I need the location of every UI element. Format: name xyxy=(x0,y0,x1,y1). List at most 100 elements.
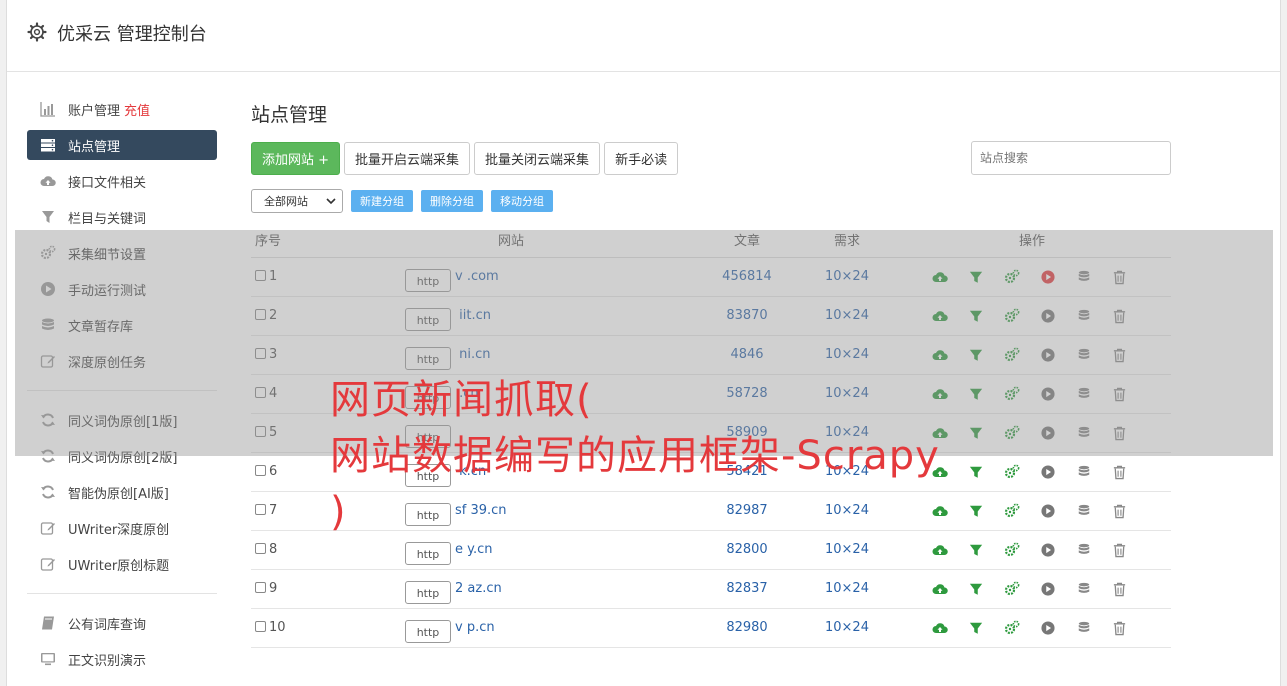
protocol-badge[interactable]: http xyxy=(405,347,451,370)
cloud-upload-icon[interactable] xyxy=(931,619,948,636)
play-circle-icon[interactable] xyxy=(1039,424,1056,441)
demand-value[interactable]: 10×24 xyxy=(801,335,893,375)
add-site-button[interactable]: 添加网站 + xyxy=(251,141,341,175)
protocol-badge[interactable]: http xyxy=(405,542,451,565)
row-checkbox[interactable] xyxy=(255,387,266,398)
sidebar-item[interactable]: UWriter深度原创 xyxy=(27,513,217,543)
database-icon[interactable] xyxy=(1075,346,1092,363)
site-link[interactable]: v p.cn xyxy=(455,620,495,635)
cloud-upload-icon[interactable] xyxy=(931,268,948,285)
filter-icon[interactable] xyxy=(967,580,984,597)
protocol-badge[interactable]: http xyxy=(405,581,451,604)
demand-value[interactable]: 10×24 xyxy=(801,608,893,648)
delete-group-button[interactable]: 删除分组 xyxy=(421,190,483,212)
filter-icon[interactable] xyxy=(967,268,984,285)
sidebar-item[interactable]: 接口文件相关 xyxy=(27,166,217,196)
gears-icon[interactable] xyxy=(1003,307,1020,324)
row-checkbox[interactable] xyxy=(255,465,266,476)
new-group-button[interactable]: 新建分组 xyxy=(351,190,413,212)
play-circle-icon[interactable] xyxy=(1039,268,1056,285)
row-checkbox[interactable] xyxy=(255,543,266,554)
gears-icon[interactable] xyxy=(1003,424,1020,441)
protocol-badge[interactable]: http xyxy=(405,620,451,643)
site-link[interactable]: e y.cn xyxy=(455,542,493,557)
sidebar-item[interactable]: 手动运行测试 xyxy=(27,274,217,304)
sidebar-item[interactable]: 同义词伪原创[2版] xyxy=(27,441,217,471)
site-link[interactable]: v .com xyxy=(455,269,499,284)
site-link[interactable]: iit.cn xyxy=(455,308,491,323)
row-checkbox[interactable] xyxy=(255,426,266,437)
row-checkbox[interactable] xyxy=(255,504,266,515)
gears-icon[interactable] xyxy=(1003,346,1020,363)
protocol-badge[interactable]: http xyxy=(405,269,451,292)
filter-icon[interactable] xyxy=(967,619,984,636)
filter-icon[interactable] xyxy=(967,307,984,324)
gears-icon[interactable] xyxy=(1003,268,1020,285)
row-checkbox[interactable] xyxy=(255,270,266,281)
trash-icon[interactable] xyxy=(1111,424,1128,441)
trash-icon[interactable] xyxy=(1111,619,1128,636)
row-checkbox[interactable] xyxy=(255,621,266,632)
cloud-upload-icon[interactable] xyxy=(931,307,948,324)
recharge-link[interactable]: 充值 xyxy=(124,100,150,119)
article-count[interactable]: 4846 xyxy=(693,335,801,375)
sidebar-item[interactable]: 智能伪原创[AI版] xyxy=(27,477,217,507)
database-icon[interactable] xyxy=(1075,541,1092,558)
row-checkbox[interactable] xyxy=(255,309,266,320)
gears-icon[interactable] xyxy=(1003,502,1020,519)
group-select[interactable]: 全部网站 xyxy=(251,189,343,213)
protocol-badge[interactable]: http xyxy=(405,308,451,331)
filter-icon[interactable] xyxy=(967,541,984,558)
article-count[interactable]: 82837 xyxy=(693,569,801,609)
play-circle-icon[interactable] xyxy=(1039,307,1056,324)
row-checkbox[interactable] xyxy=(255,348,266,359)
database-icon[interactable] xyxy=(1075,268,1092,285)
sidebar-item[interactable]: 深度原创任务 xyxy=(27,346,217,376)
filter-icon[interactable] xyxy=(967,346,984,363)
database-icon[interactable] xyxy=(1075,502,1092,519)
gears-icon[interactable] xyxy=(1003,463,1020,480)
play-circle-icon[interactable] xyxy=(1039,346,1056,363)
database-icon[interactable] xyxy=(1075,619,1092,636)
sidebar-item[interactable]: 站点管理 xyxy=(27,130,217,160)
gears-icon[interactable] xyxy=(1003,541,1020,558)
move-group-button[interactable]: 移动分组 xyxy=(491,190,553,212)
play-circle-icon[interactable] xyxy=(1039,502,1056,519)
trash-icon[interactable] xyxy=(1111,580,1128,597)
play-circle-icon[interactable] xyxy=(1039,619,1056,636)
play-circle-icon[interactable] xyxy=(1039,463,1056,480)
article-count[interactable]: 456814 xyxy=(693,257,801,297)
gears-icon[interactable] xyxy=(1003,619,1020,636)
database-icon[interactable] xyxy=(1075,385,1092,402)
sidebar-item[interactable]: 栏目与关键词 xyxy=(27,202,217,232)
play-circle-icon[interactable] xyxy=(1039,541,1056,558)
cloud-upload-icon[interactable] xyxy=(931,346,948,363)
batch-open-cloud-button[interactable]: 批量开启云端采集 xyxy=(344,141,471,175)
trash-icon[interactable] xyxy=(1111,307,1128,324)
database-icon[interactable] xyxy=(1075,307,1092,324)
gears-icon[interactable] xyxy=(1003,580,1020,597)
sidebar-item[interactable]: 同义词伪原创[1版] xyxy=(27,405,217,435)
article-count[interactable]: 82980 xyxy=(693,608,801,648)
article-count[interactable]: 83870 xyxy=(693,296,801,336)
play-circle-icon[interactable] xyxy=(1039,580,1056,597)
trash-icon[interactable] xyxy=(1111,502,1128,519)
play-circle-icon[interactable] xyxy=(1039,385,1056,402)
site-search-input[interactable] xyxy=(971,141,1171,175)
sidebar-item[interactable]: 采集细节设置 xyxy=(27,238,217,268)
batch-close-cloud-button[interactable]: 批量关闭云端采集 xyxy=(474,141,601,175)
site-link[interactable]: ni.cn xyxy=(455,347,490,362)
database-icon[interactable] xyxy=(1075,463,1092,480)
demand-value[interactable]: 10×24 xyxy=(801,257,893,297)
sidebar-item[interactable]: 账户管理 充值 xyxy=(27,94,217,124)
gears-icon[interactable] xyxy=(1003,385,1020,402)
beginner-guide-button[interactable]: 新手必读 xyxy=(604,141,679,175)
trash-icon[interactable] xyxy=(1111,463,1128,480)
demand-value[interactable]: 10×24 xyxy=(801,569,893,609)
sidebar-item[interactable]: 正文识别演示 xyxy=(27,644,217,674)
trash-icon[interactable] xyxy=(1111,346,1128,363)
sidebar-item[interactable]: UWriter原创标题 xyxy=(27,549,217,579)
cloud-upload-icon[interactable] xyxy=(931,580,948,597)
trash-icon[interactable] xyxy=(1111,541,1128,558)
sidebar-item[interactable]: 公有词库查询 xyxy=(27,608,217,638)
